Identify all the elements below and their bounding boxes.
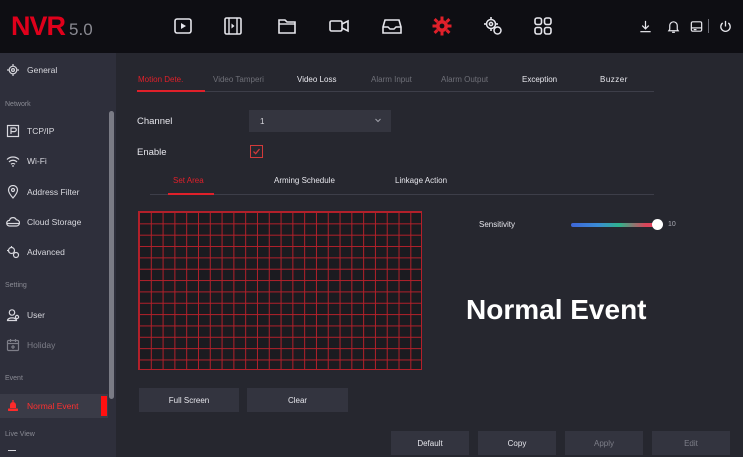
folder-icon[interactable] — [275, 15, 299, 37]
tab-exception[interactable]: Exception — [522, 75, 557, 84]
channel-label: Channel — [137, 116, 173, 127]
sidebar-item-user[interactable]: User — [0, 303, 108, 327]
sidebar-item-label: Wi-Fi — [27, 156, 47, 166]
logo-version: 5.0 — [69, 20, 93, 39]
sidebar-item-label: General — [27, 65, 58, 75]
sidebar-item-wifi[interactable]: Wi-Fi — [0, 149, 108, 173]
sidebar-item-address-filter[interactable]: Address Filter — [0, 180, 108, 204]
main-panel: Motion Dete. Video Tamperi Video Loss Al… — [116, 53, 743, 457]
sidebar-item-cloud-storage[interactable]: Cloud Storage — [0, 210, 108, 234]
sensitivity-slider[interactable] — [571, 223, 659, 227]
divider — [708, 19, 709, 33]
subtab-linkage-action[interactable]: Linkage Action — [395, 176, 447, 185]
full-screen-button[interactable]: Full Screen — [139, 388, 239, 412]
clear-button[interactable]: Clear — [247, 388, 348, 412]
tab-alarm-output[interactable]: Alarm Output — [441, 75, 488, 84]
disk-icon[interactable] — [688, 18, 704, 34]
sidebar: General Network TCP/IP Wi-Fi Address Fil… — [0, 53, 116, 457]
sidebar-item-normal-event[interactable]: Normal Event — [0, 394, 108, 418]
category-live-view: Live View — [5, 431, 35, 438]
wifi-icon — [5, 153, 21, 169]
film-icon[interactable] — [221, 15, 245, 37]
subtab-divider — [150, 194, 654, 195]
chevron-down-icon — [373, 115, 383, 127]
tab-motion-detection[interactable]: Motion Dete. — [138, 75, 183, 84]
sidebar-item-tcpip[interactable]: TCP/IP — [0, 119, 108, 143]
network-port-icon — [5, 123, 21, 139]
sidebar-item-advanced[interactable]: Advanced — [0, 240, 108, 264]
top-bar: NVR 5.0 — [0, 0, 743, 53]
calendar-icon — [5, 337, 21, 353]
alarm-event-icon — [5, 398, 21, 414]
sidebar-item-label: TCP/IP — [27, 126, 55, 136]
check-icon — [253, 148, 261, 155]
active-indicator — [101, 396, 107, 416]
tab-divider — [137, 91, 654, 92]
edit-button[interactable]: Edit — [652, 431, 730, 455]
advanced-gear-icon — [5, 244, 21, 260]
user-icon — [5, 307, 21, 323]
grid-icon[interactable] — [531, 15, 555, 37]
default-button[interactable]: Default — [391, 431, 469, 455]
power-icon[interactable] — [717, 18, 733, 34]
category-event: Event — [5, 375, 23, 382]
overlay-title: Normal Event — [466, 294, 647, 325]
channel-value: 1 — [260, 116, 265, 126]
motion-area-grid[interactable] — [138, 211, 422, 370]
location-pin-icon — [5, 184, 21, 200]
active-tab-underline — [137, 90, 205, 92]
sensitivity-value: 10 — [668, 221, 676, 228]
apply-button[interactable]: Apply — [565, 431, 643, 455]
camera-icon[interactable] — [327, 15, 351, 37]
system-gear-icon[interactable] — [481, 15, 505, 37]
active-subtab-underline — [168, 193, 214, 195]
inbox-icon[interactable] — [380, 15, 404, 37]
tab-buzzer[interactable]: Buzzer — [600, 75, 628, 84]
sidebar-item-label: Holiday — [27, 340, 56, 350]
tab-video-loss[interactable]: Video Loss — [297, 75, 336, 84]
category-setting: Setting — [5, 282, 27, 289]
sidebar-item-label: Advanced — [27, 247, 65, 257]
channel-select[interactable]: 1 — [249, 110, 391, 132]
subtab-arming-schedule[interactable]: Arming Schedule — [274, 176, 335, 185]
settings-active-icon[interactable] — [430, 15, 454, 37]
enable-label: Enable — [137, 147, 167, 158]
tab-alarm-input[interactable]: Alarm Input — [371, 75, 412, 84]
tab-video-tamper[interactable]: Video Tamperi — [213, 75, 264, 84]
sidebar-item-holiday[interactable]: Holiday — [0, 333, 108, 357]
sensitivity-slider-handle[interactable] — [652, 219, 663, 230]
logo-text: NVR — [11, 11, 66, 41]
enable-checkbox[interactable] — [250, 145, 263, 158]
cloud-icon — [5, 214, 21, 230]
sidebar-item-partial-icon — [8, 450, 16, 457]
sidebar-item-label: User — [27, 310, 45, 320]
app-logo: NVR 5.0 — [11, 11, 93, 42]
bell-icon[interactable] — [665, 18, 681, 34]
category-network: Network — [5, 101, 31, 108]
sidebar-scrollbar[interactable] — [109, 111, 114, 399]
sidebar-item-general[interactable]: General — [0, 58, 108, 82]
sidebar-item-label: Address Filter — [27, 187, 80, 197]
sidebar-item-label: Cloud Storage — [27, 217, 82, 227]
gear-icon — [5, 62, 21, 78]
download-icon[interactable] — [637, 18, 653, 34]
sidebar-item-label: Normal Event — [27, 401, 79, 411]
play-icon[interactable] — [171, 15, 195, 37]
sensitivity-label: Sensitivity — [479, 220, 516, 229]
copy-button[interactable]: Copy — [478, 431, 556, 455]
subtab-set-area[interactable]: Set Area — [173, 176, 204, 185]
